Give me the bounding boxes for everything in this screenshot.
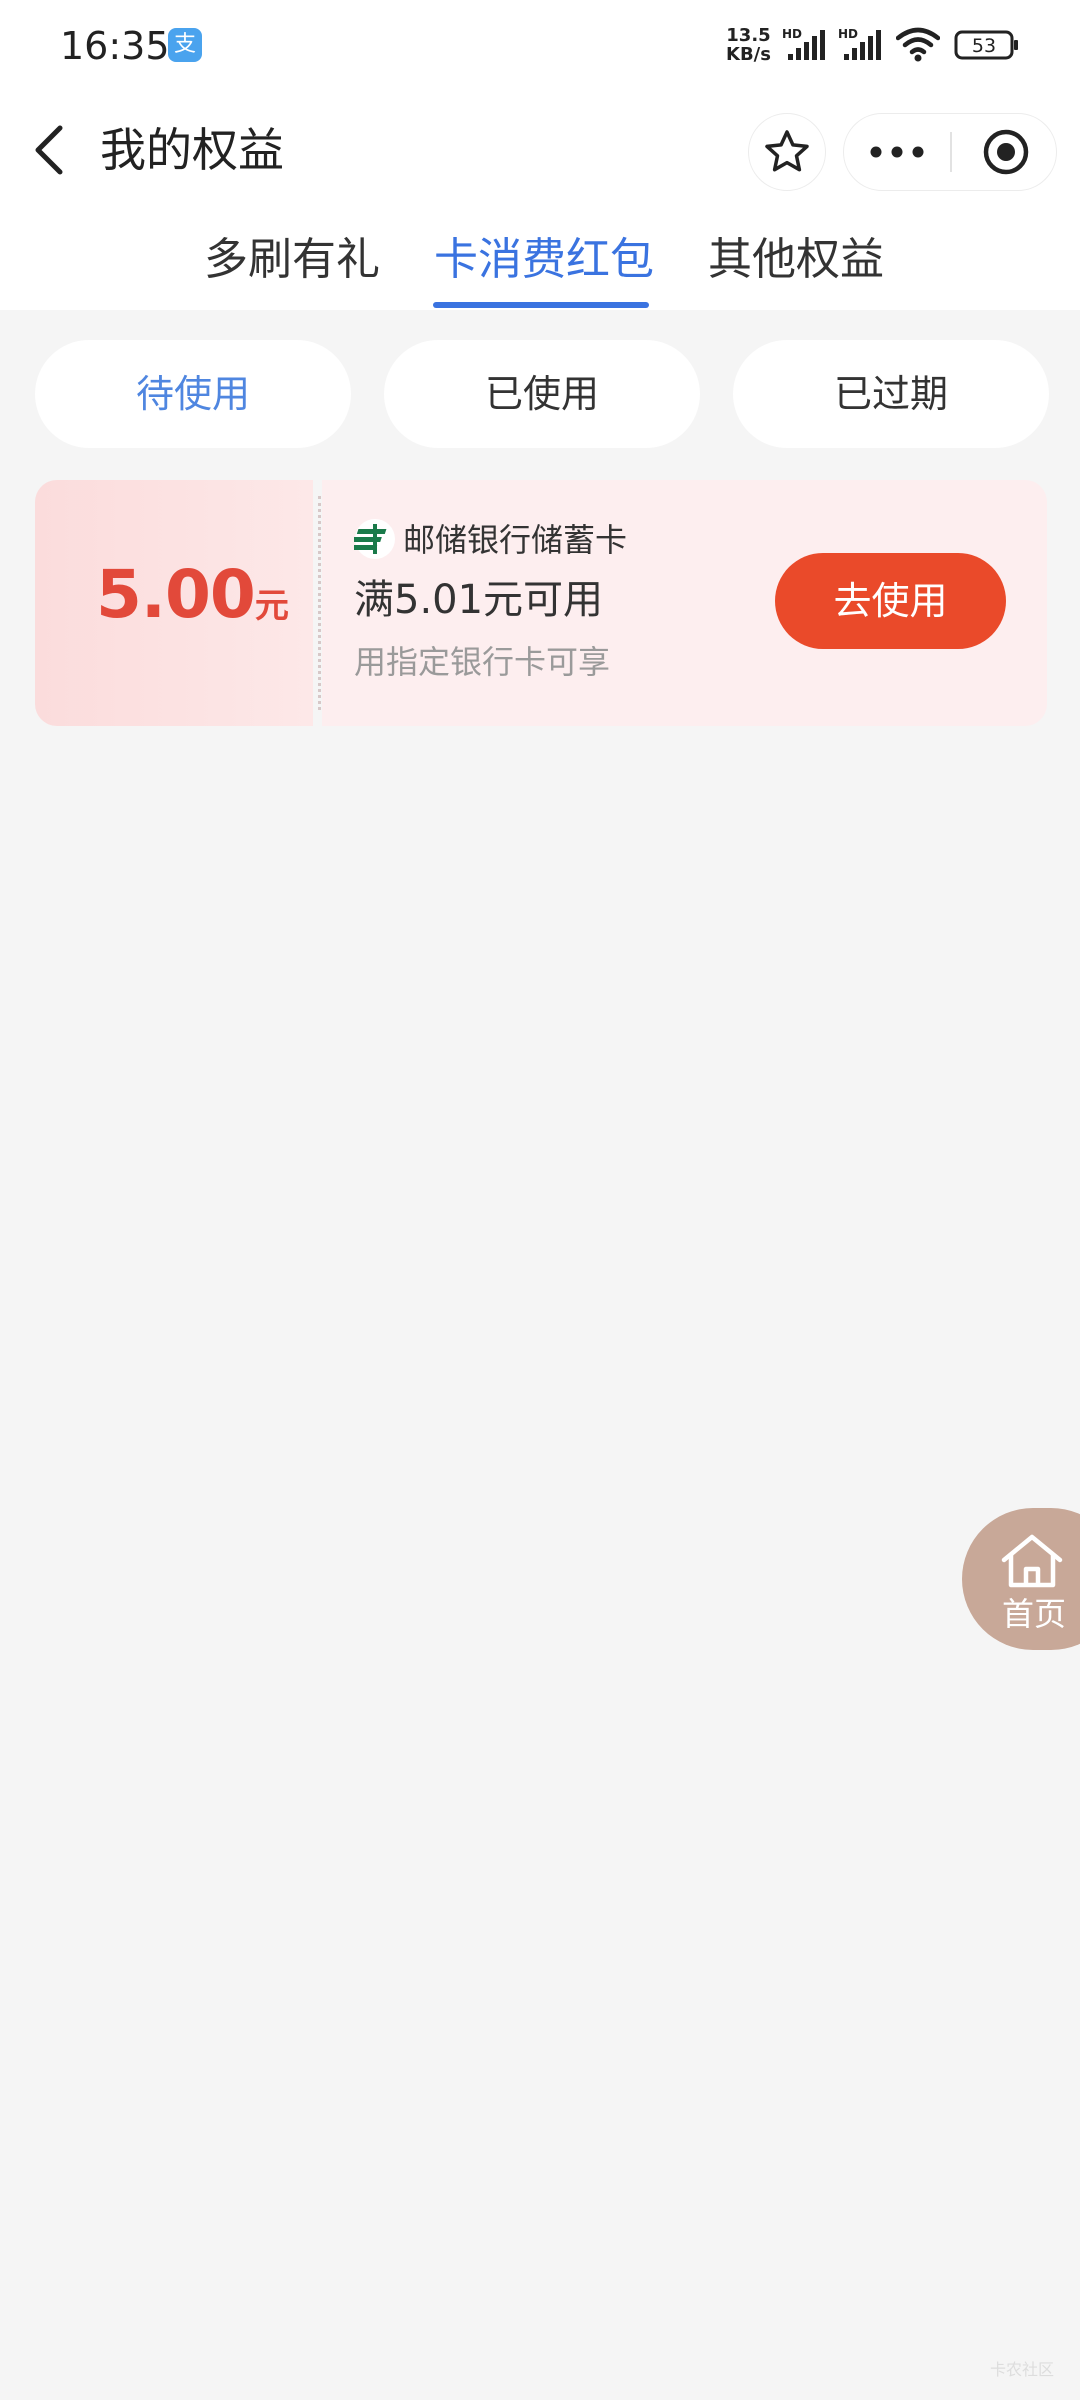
coupon-perforation bbox=[318, 496, 321, 710]
back-button[interactable] bbox=[24, 120, 74, 180]
signal-1-label: HD bbox=[782, 27, 802, 41]
network-speed-value: 13.5 bbox=[726, 25, 771, 46]
filter-used[interactable]: 已使用 bbox=[384, 340, 700, 448]
tab-card-spend-redpacket[interactable]: 卡消费红包 bbox=[434, 230, 654, 290]
coupon-bank-name: 邮储银行储蓄卡 bbox=[403, 521, 628, 559]
signal-icon: HD bbox=[782, 27, 825, 60]
alipay-notification-icon: 支 bbox=[168, 28, 202, 62]
network-speed: 13.5 KB/s bbox=[726, 26, 771, 64]
capsule-divider bbox=[950, 132, 952, 172]
coupon-amount-unit: 元 bbox=[254, 586, 289, 626]
page-title: 我的权益 bbox=[100, 123, 284, 177]
battery-level: 53 bbox=[972, 35, 996, 57]
use-coupon-button[interactable]: 去使用 bbox=[775, 553, 1006, 649]
signal-icon: HD bbox=[838, 27, 881, 60]
network-speed-unit: KB/s bbox=[726, 44, 771, 65]
chevron-left-icon bbox=[35, 125, 63, 175]
postal-bank-logo-icon bbox=[354, 519, 395, 559]
tab-multi-swipe-gift[interactable]: 多刷有礼 bbox=[204, 230, 380, 290]
home-floating-button[interactable]: 首页 bbox=[962, 1508, 1080, 1650]
coupon-condition: 满5.01元可用 bbox=[354, 577, 604, 623]
coupon-amount: 5.00元 bbox=[96, 556, 289, 633]
battery-icon: 53 bbox=[954, 30, 1018, 60]
miniapp-capsule bbox=[843, 113, 1057, 191]
watermark: 卡农社区 bbox=[990, 2360, 1055, 2379]
home-label: 首页 bbox=[1002, 1595, 1067, 1633]
star-icon bbox=[765, 130, 809, 172]
filter-expired[interactable]: 已过期 bbox=[733, 340, 1049, 448]
more-button[interactable] bbox=[844, 114, 950, 190]
tab-other-benefits[interactable]: 其他权益 bbox=[708, 230, 884, 290]
more-dots-icon bbox=[870, 146, 924, 158]
coupon-scope: 用指定银行卡可享 bbox=[354, 643, 611, 681]
coupon-amount-value: 5.00 bbox=[96, 556, 256, 633]
status-time: 16:35 bbox=[60, 24, 170, 68]
close-miniapp-button[interactable] bbox=[954, 114, 1058, 190]
home-icon bbox=[1001, 1534, 1063, 1588]
filter-unused[interactable]: 待使用 bbox=[35, 340, 351, 448]
wifi-icon bbox=[896, 27, 940, 62]
target-close-icon bbox=[983, 129, 1029, 175]
active-tab-indicator bbox=[433, 302, 649, 308]
signal-2-label: HD bbox=[838, 27, 858, 41]
favorite-button[interactable] bbox=[748, 113, 826, 191]
